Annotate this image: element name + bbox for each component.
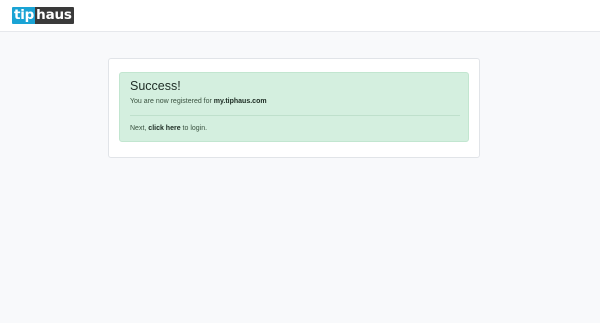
registration-card: Success! You are now registered for my.t… xyxy=(108,58,480,158)
logo-haus: haus xyxy=(35,7,74,24)
top-navbar: tip haus xyxy=(0,0,600,32)
next-step-message: Next, click here to login. xyxy=(130,125,207,132)
logo-tip: tip xyxy=(12,7,36,24)
alert-title: Success! xyxy=(130,79,181,93)
next-prefix: Next, xyxy=(130,125,149,132)
tiphaus-logo[interactable]: tip haus xyxy=(12,7,74,24)
registered-message: You are now registered for my.tiphaus.co… xyxy=(130,98,267,105)
alert-divider xyxy=(130,115,460,116)
registered-prefix: You are now registered for xyxy=(130,98,214,105)
success-alert: Success! You are now registered for my.t… xyxy=(119,72,469,142)
registered-site: my.tiphaus.com xyxy=(213,98,267,105)
next-suffix: to login. xyxy=(180,125,208,132)
login-link[interactable]: click here xyxy=(148,125,180,132)
